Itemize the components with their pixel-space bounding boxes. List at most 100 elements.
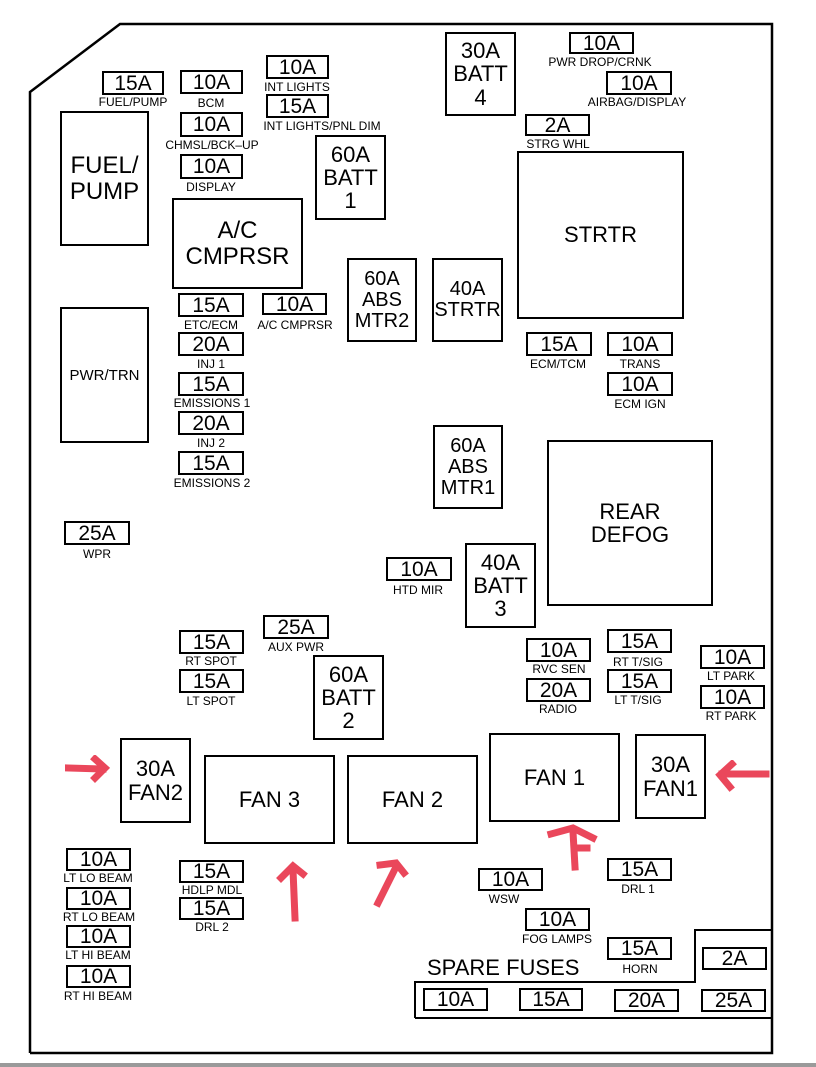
maxi-fuse-batt2-rating: 60A [328,661,369,687]
fuse-rt-spot[interactable]: 15A [179,630,244,654]
maxi-fuse-fan2-rating: 30A [135,756,176,782]
fuse-fog-lamps[interactable]: 10A [525,908,590,931]
relay-fan1[interactable]: FAN 1 [489,733,620,822]
maxi-fuse-strtr[interactable]: 40A STRTR [432,258,503,342]
fuse-rt-park[interactable]: 10A [700,685,765,709]
spare-fuse-10a[interactable]: 10A [423,988,488,1011]
fuse-ecm-tcm[interactable]: 15A [526,332,592,356]
maxi-fuse-abs-mtr2[interactable]: 60A ABS MTR2 [347,258,417,342]
fuse-rt-tsig[interactable]: 15A [607,629,672,653]
relay-pwr-trn[interactable]: PWR/TRN [60,307,149,443]
fuse-inj1[interactable]: 20A [178,332,244,356]
relay-rear-defog[interactable]: REAR DEFOG [547,440,713,606]
relay-ac-cmprsr-line2: CMPRSR [185,242,290,270]
fuse-wpr[interactable]: 25A [64,521,130,545]
maxi-fuse-batt2-line2: BATT [321,684,376,710]
fuse-label-ecm-tcm: ECM/TCM [530,357,586,371]
relay-strtr[interactable]: STRTR [517,151,684,319]
relay-fan1-label: FAN 1 [523,764,586,790]
maxi-fuse-strtr-line2: STRTR [434,299,501,321]
fuse-htd-mir[interactable]: 10A [386,557,452,581]
maxi-fuse-batt2[interactable]: 60A BATT 2 [313,655,384,740]
fuse-label-wpr: WPR [83,547,111,561]
fuse-emissions2[interactable]: 15A [178,451,244,475]
relay-fan3[interactable]: FAN 3 [204,755,335,844]
fuse-bcm[interactable]: 10A [180,70,243,94]
fuse-airbag-display[interactable]: 10A [606,71,672,95]
fuse-strg-whl[interactable]: 2A [525,114,590,136]
fuse-lt-park[interactable]: 10A [700,645,765,669]
arrow-to-30a-fan2 [65,755,111,783]
fuse-label-inj2: INJ 2 [196,436,226,450]
fuse-rvc-sen[interactable]: 10A [526,638,591,662]
relay-fuel-pump-line2: PUMP [69,177,140,205]
fuse-drl1[interactable]: 15A [607,858,672,881]
fuse-label-fog-lamps: FOG LAMPS [521,932,593,946]
maxi-fuse-fan2[interactable]: 30A FAN2 [120,738,191,823]
fuse-pwr-drop-crnk[interactable]: 10A [569,32,634,54]
fuse-fuel-pump[interactable]: 15A [102,71,164,95]
maxi-fuse-batt4[interactable]: 30A BATT 4 [445,32,516,116]
fuse-label-chmsl-bck-up: CHMSL/BCK–UP [165,138,259,152]
fuse-label-lt-lo-beam: LT LO BEAM [63,871,133,885]
maxi-fuse-abs-mtr2-line3: MTR2 [354,309,410,332]
fuse-hdlp-mdl[interactable]: 15A [179,860,244,883]
maxi-fuse-fan1[interactable]: 30A FAN1 [635,734,706,819]
fuse-int-lights-pnl-dim[interactable]: 15A [266,94,329,118]
arrow-to-fan3 [276,861,308,922]
arrow-to-30a-fan1 [715,760,770,792]
relay-fan3-label: FAN 3 [238,786,301,812]
maxi-fuse-abs-mtr1[interactable]: 60A ABS MTR1 [433,425,503,509]
spare-fuse-20a[interactable]: 20A [614,989,679,1012]
maxi-fuse-abs-mtr2-line2: ABS [361,288,402,311]
maxi-fuse-batt3-rating: 40A [480,549,521,575]
maxi-fuse-batt1-line3: 1 [344,188,357,214]
fuse-wsw[interactable]: 10A [478,868,543,891]
maxi-fuse-fan1-line2: FAN1 [642,775,699,801]
fuse-int-lights[interactable]: 10A [266,55,329,79]
fuse-chmsl-bck-up[interactable]: 10A [180,112,243,137]
fuse-inj2[interactable]: 20A [178,411,244,435]
maxi-fuse-batt3-line2: BATT [473,572,528,598]
spare-fuse-15a[interactable]: 15A [519,988,583,1011]
fuse-lt-hi-beam[interactable]: 10A [66,925,131,948]
maxi-fuse-fan2-line2: FAN2 [127,779,184,805]
relay-ac-cmprsr-line1: A/C [217,217,258,245]
fuse-radio[interactable]: 20A [526,678,591,702]
spare-fuse-2a[interactable]: 2A [702,947,767,970]
relay-fan2-label: FAN 2 [381,786,444,812]
fuse-emissions1[interactable]: 15A [178,372,244,396]
fuse-label-ac-cmprsr: A/C CMPRSR [257,318,333,332]
fuse-lt-lo-beam[interactable]: 10A [66,848,131,871]
spare-fuse-25a[interactable]: 25A [701,989,766,1012]
fuse-etc-ecm[interactable]: 15A [178,293,244,317]
fuse-ecm-ign[interactable]: 10A [607,372,673,396]
fuse-drl2[interactable]: 15A [179,897,244,920]
fuse-trans[interactable]: 10A [607,332,673,356]
fuse-display[interactable]: 10A [180,154,243,179]
relay-fuel-pump[interactable]: FUEL/PUMP [60,111,149,246]
maxi-fuse-batt4-rating: 30A [460,38,501,64]
fuse-label-inj1: INJ 1 [196,357,226,371]
maxi-fuse-batt1[interactable]: 60A BATT 1 [315,135,386,220]
fuse-label-lt-hi-beam: LT HI BEAM [65,948,131,962]
fuse-label-drl2: DRL 2 [195,920,229,934]
relay-fan2[interactable]: FAN 2 [347,755,478,844]
fuse-aux-pwr[interactable]: 25A [263,615,329,639]
fuse-rt-lo-beam[interactable]: 10A [66,887,131,910]
fuse-ac-cmprsr[interactable]: 10A [262,293,327,315]
fuse-label-airbag-display: AIRBAG/DISPLAY [587,95,687,109]
maxi-fuse-batt3[interactable]: 40A BATT 3 [465,543,536,628]
fuse-lt-spot[interactable]: 15A [179,669,244,693]
fuse-label-bcm: BCM [197,96,225,110]
fuse-lt-tsig[interactable]: 15A [607,669,672,693]
maxi-fuse-batt2-line3: 2 [342,708,355,734]
relay-ac-cmprsr[interactable]: A/C CMPRSR [172,198,303,289]
arrow-to-fan1 [546,824,598,871]
fuse-label-lt-tsig: LT T/SIG [614,693,662,707]
fuse-label-hdlp-mdl: HDLP MDL [181,883,243,897]
fuse-horn[interactable]: 15A [607,937,672,960]
fuse-rt-hi-beam[interactable]: 10A [66,965,131,988]
fuse-label-pwr-drop-crnk: PWR DROP/CRNK [548,55,652,69]
maxi-fuse-abs-mtr1-line3: MTR1 [440,476,496,499]
